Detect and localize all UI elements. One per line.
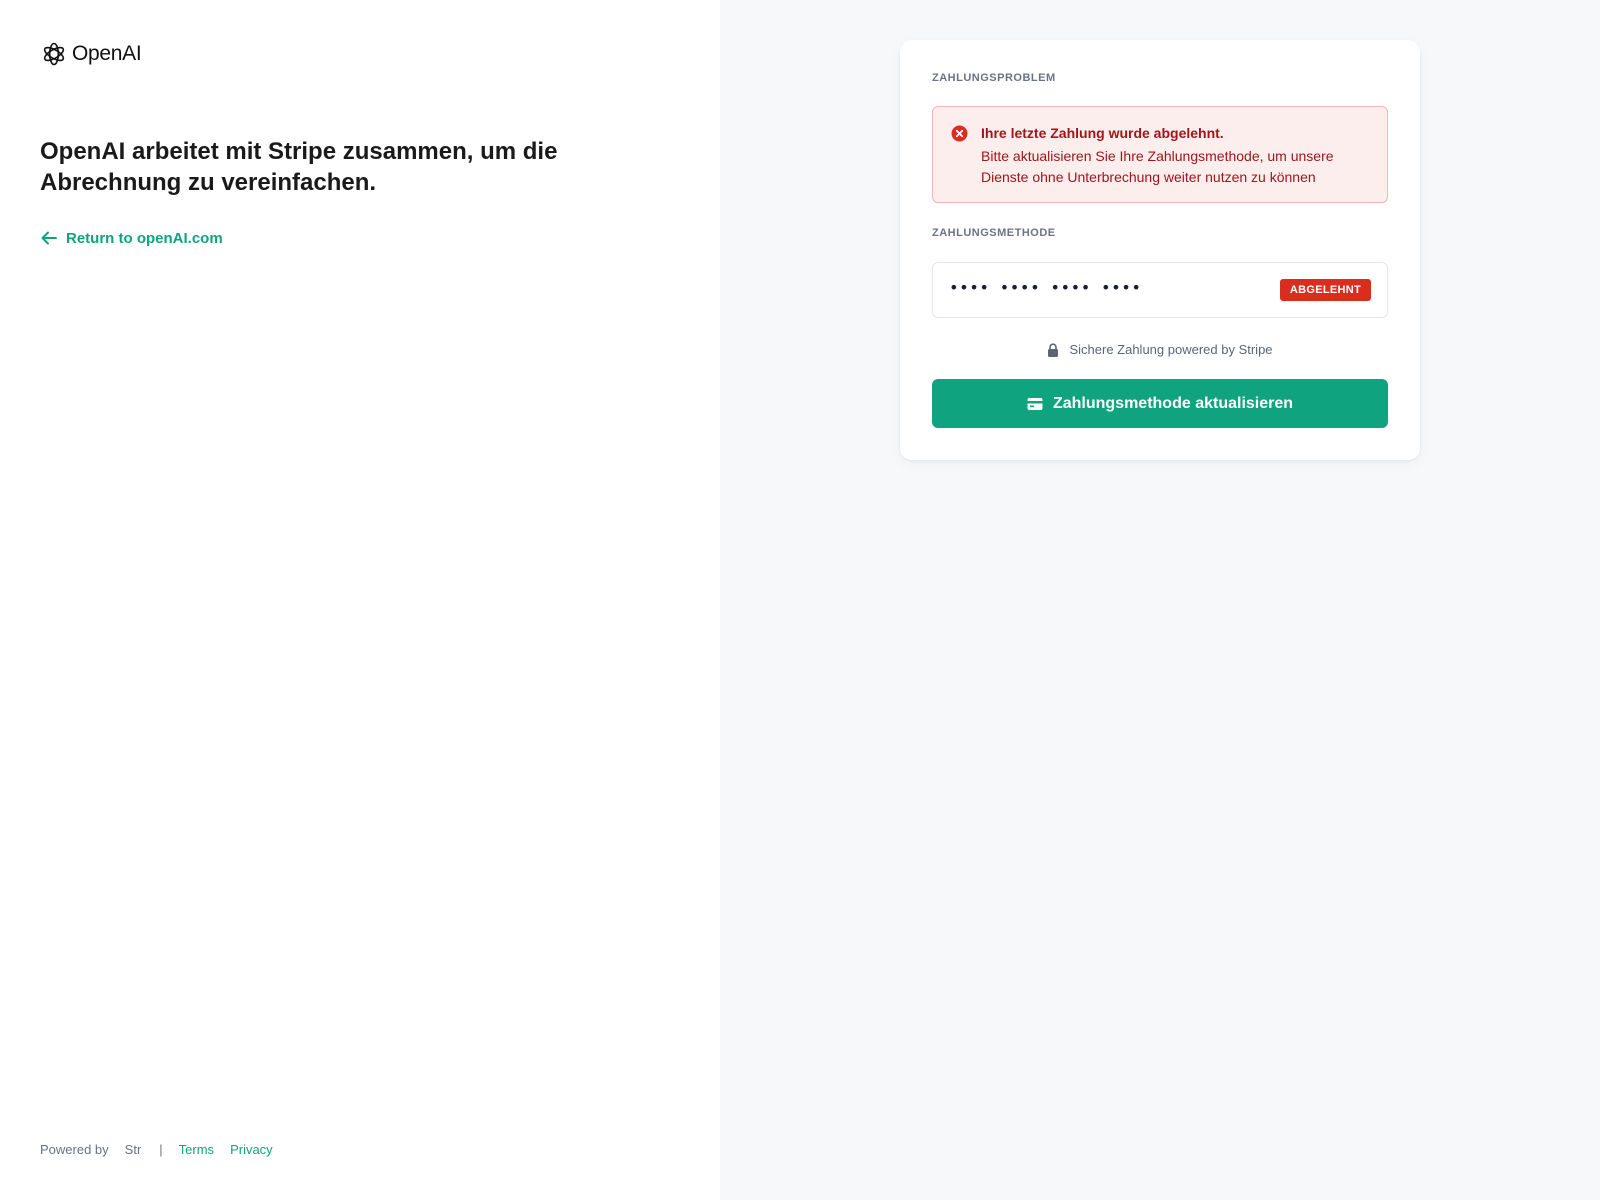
logo-text: OpenAI [72,42,142,65]
alert-message: Bitte aktualisieren Sie Ihre Zahlungsmet… [981,148,1334,185]
return-link-label: Return to openAI.com [66,229,223,247]
payment-card: ZAHLUNGSPROBLEM Ihre letzte Zahlung wurd… [900,40,1420,460]
masked-card-number: •••• •••• •••• •••• [949,278,1142,297]
update-button-label: Zahlungsmethode aktualisieren [1052,394,1294,412]
footer: Powered by Str | Terms Privacy [40,1142,289,1157]
left-pane: OpenAI OpenAI arbeitet mit Stripe zusamm… [0,0,720,1200]
right-pane: ZAHLUNGSPROBLEM Ihre letzte Zahlung wurd… [720,0,1600,1200]
privacy-link[interactable]: Privacy [230,1142,273,1157]
secure-payment-text: Sichere Zahlung powered by Stripe [1069,342,1273,357]
payment-error-alert: Ihre letzte Zahlung wurde abgelehnt. Bit… [932,106,1388,203]
powered-by-text: Powered by [40,1142,109,1157]
alert-title: Ihre letzte Zahlung wurde abgelehnt. [981,125,1224,141]
provider-logo-text: Str [124,1142,142,1157]
error-circle-icon [951,125,968,142]
arrow-left-icon [41,231,57,245]
page-headline: OpenAI arbeitet mit Stripe zusammen, um … [40,138,558,196]
payment-method-field[interactable]: •••• •••• •••• •••• ABGELEHNT [932,262,1388,318]
openai-logo: OpenAI [40,40,142,68]
credit-card-icon [1027,397,1043,410]
footer-separator: | [159,1142,163,1157]
lock-icon [1048,342,1059,357]
payment-problem-label: ZAHLUNGSPROBLEM [932,72,1056,84]
payment-method-label: ZAHLUNGSMETHODE [932,227,1056,239]
update-payment-method-button[interactable]: Zahlungsmethode aktualisieren [932,379,1388,428]
terms-link[interactable]: Terms [179,1142,214,1157]
return-link[interactable]: Return to openAI.com [40,229,223,247]
declined-status-badge: ABGELEHNT [1279,279,1371,301]
openai-logo-icon [43,42,65,66]
secure-payment-note: Sichere Zahlung powered by Stripe [900,342,1420,357]
